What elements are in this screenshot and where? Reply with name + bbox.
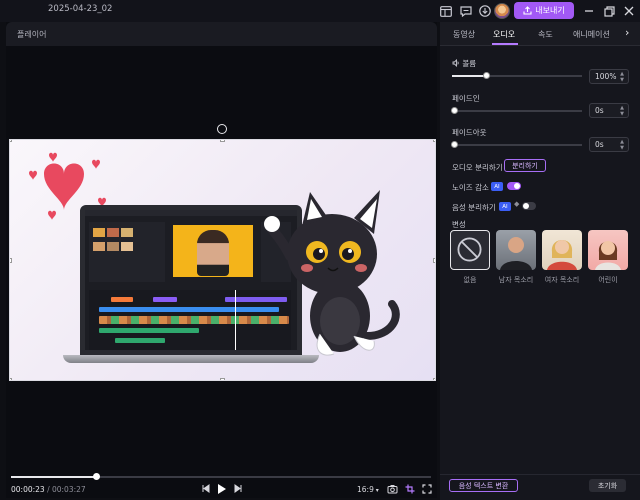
aspect-ratio-value: 16:9	[357, 485, 374, 494]
female-portrait-icon	[547, 240, 577, 270]
fadein-value: 0s	[595, 106, 604, 115]
voice-option-child[interactable]	[588, 230, 628, 270]
voice-option-none-label: 없음	[463, 276, 477, 284]
chevron-down-icon: ▾	[373, 487, 379, 494]
reset-button[interactable]: 초기화	[589, 479, 626, 492]
playback-time: 00:00:23 / 00:03:27	[11, 485, 86, 494]
cat-mascot-illustration	[264, 190, 400, 356]
export-label: 내보내기	[535, 6, 565, 15]
voice-ai-badge: AI	[499, 202, 511, 211]
audio-split-button-label: 분리하기	[512, 161, 538, 170]
diamond-icon: ◆	[514, 200, 520, 208]
download-icon[interactable]	[477, 3, 493, 19]
avatar[interactable]	[494, 3, 510, 19]
fadeout-input[interactable]: 0s ▲ ▼	[589, 137, 629, 152]
reset-button-label: 초기화	[597, 481, 618, 490]
close-icon[interactable]	[621, 3, 637, 19]
voice-option-female[interactable]	[542, 230, 582, 270]
voice-change-label: 변성	[452, 220, 466, 229]
voice-option-female-label: 여자 목소리	[544, 276, 580, 284]
child-portrait-icon	[595, 241, 621, 270]
resize-handle-bottom-icon[interactable]	[220, 378, 225, 380]
fadein-slider[interactable]	[451, 107, 582, 114]
tab-animation[interactable]: 애니메이션	[573, 29, 610, 40]
fadeout-label: 페이드아웃	[452, 128, 487, 137]
export-button[interactable]: 내보내기	[514, 2, 574, 19]
voice-option-none[interactable]	[450, 230, 490, 270]
stepper-icon[interactable]: ▲ ▼	[620, 139, 624, 151]
rotate-handle-icon[interactable]	[217, 124, 227, 134]
noise-ai-badge: AI	[491, 182, 503, 191]
resize-handle-top-right-icon[interactable]	[433, 140, 435, 142]
no-symbol-icon	[457, 237, 482, 262]
fadeout-value: 0s	[595, 140, 604, 149]
player-header: 플레이어	[6, 22, 437, 46]
voice-option-male-label: 남자 목소리	[498, 276, 534, 284]
volume-slider[interactable]	[452, 72, 582, 79]
snapshot-icon[interactable]	[387, 484, 398, 497]
feedback-icon[interactable]	[458, 3, 474, 19]
voice-option-male[interactable]	[496, 230, 536, 270]
export-icon	[523, 6, 532, 15]
volume-slider-knob[interactable]	[483, 72, 490, 79]
voice-split-toggle[interactable]	[522, 202, 536, 210]
resize-handle-bottom-left-icon[interactable]	[10, 378, 12, 380]
project-title: 2025-04-23_02	[48, 4, 113, 14]
total-time: 00:03:27	[51, 485, 86, 494]
active-tab-indicator	[492, 43, 518, 45]
time-separator: /	[44, 485, 52, 494]
volume-input[interactable]: 100% ▲ ▼	[589, 69, 629, 84]
fadeout-slider-knob[interactable]	[451, 141, 458, 148]
tab-speed[interactable]: 속도	[538, 29, 553, 40]
resize-handle-top-icon[interactable]	[220, 140, 225, 142]
title-bar: 2025-04-23_02 내보내기	[0, 0, 640, 22]
laptop-video-thumbnail	[173, 225, 253, 277]
audio-split-button[interactable]: 분리하기	[504, 159, 546, 172]
playback-progress-fill	[11, 476, 95, 478]
crop-icon[interactable]	[405, 484, 415, 497]
audio-split-label: 오디오 분리하기	[452, 163, 503, 172]
previous-frame-icon[interactable]	[201, 484, 210, 496]
volume-value: 100%	[595, 72, 617, 81]
fullscreen-icon[interactable]	[422, 484, 432, 497]
volume-row: 볼륨	[452, 58, 476, 69]
chevron-right-icon[interactable]: ›	[625, 26, 629, 39]
stepper-icon[interactable]: ▲ ▼	[620, 105, 624, 117]
restore-icon[interactable]	[601, 3, 617, 19]
tab-video[interactable]: 동영상	[453, 29, 475, 40]
resize-handle-right-icon[interactable]	[433, 258, 435, 263]
male-portrait-icon	[500, 237, 532, 270]
voice-option-child-label: 어린이	[598, 276, 618, 284]
speaker-icon	[452, 58, 459, 68]
playback-progress-bar[interactable]	[11, 473, 431, 480]
fadein-slider-knob[interactable]	[451, 107, 458, 114]
fadeout-slider[interactable]	[451, 141, 582, 148]
video-editor-app: 2025-04-23_02 내보내기 플레이어 00:00:23 / 00:03…	[0, 0, 640, 500]
resize-handle-top-left-icon[interactable]	[10, 140, 12, 142]
playhead-knob[interactable]	[93, 473, 100, 480]
fadein-label: 페이드인	[452, 94, 480, 103]
play-icon[interactable]	[217, 483, 227, 498]
layout-icon[interactable]	[438, 3, 454, 19]
noise-toggle[interactable]	[507, 182, 521, 190]
current-time: 00:00:23	[11, 485, 45, 494]
stepper-icon[interactable]: ▲ ▼	[620, 71, 624, 83]
preview-canvas[interactable]	[9, 139, 436, 381]
tab-audio[interactable]: 오디오	[493, 29, 515, 40]
voice-split-label: 음성 분리하기	[452, 203, 496, 212]
text-to-speech-button[interactable]: 음성 텍스트 변환	[449, 479, 518, 492]
properties-tabs: 동영상 오디오 속도 애니메이션 ›	[440, 22, 640, 46]
fadein-input[interactable]: 0s ▲ ▼	[589, 103, 629, 118]
minimize-icon[interactable]	[581, 3, 597, 19]
aspect-ratio-select[interactable]: 16:9 ▾	[357, 485, 379, 494]
player-title: 플레이어	[17, 30, 47, 39]
resize-handle-bottom-right-icon[interactable]	[433, 378, 435, 380]
resize-handle-left-icon[interactable]	[10, 258, 12, 263]
tts-button-label: 음성 텍스트 변환	[458, 481, 509, 490]
next-frame-icon[interactable]	[234, 484, 243, 496]
volume-label: 볼륨	[462, 59, 477, 68]
noise-label: 노이즈 감소	[452, 183, 489, 192]
